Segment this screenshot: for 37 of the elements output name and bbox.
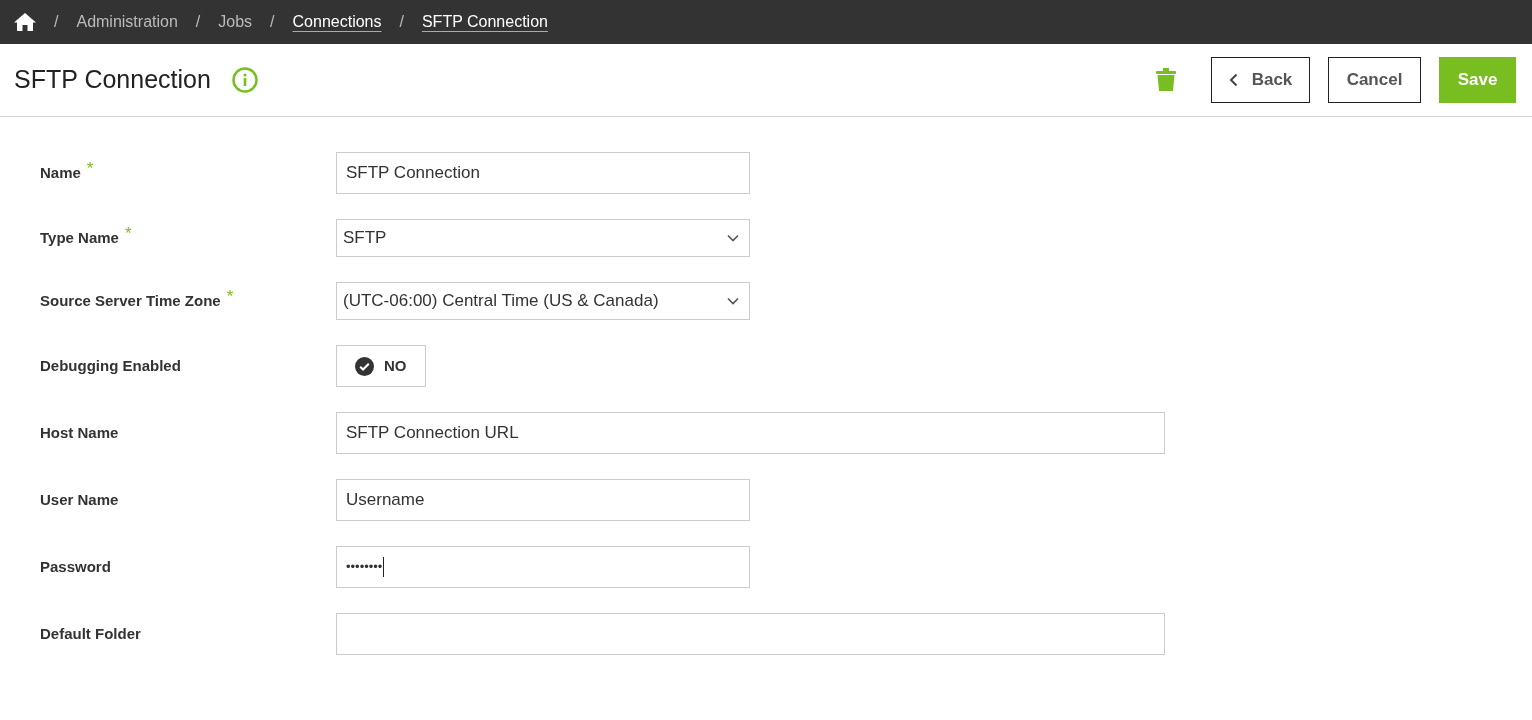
field-label: Source Server Time Zone bbox=[40, 290, 221, 311]
text-input[interactable]: SFTP Connection bbox=[336, 152, 750, 194]
breadcrumb-separator: / bbox=[399, 12, 404, 32]
text-input[interactable]: SFTP Connection URL bbox=[336, 412, 1165, 454]
field-label: Name bbox=[40, 162, 81, 183]
chevron-down-icon bbox=[727, 297, 739, 305]
field-label: Default Folder bbox=[40, 623, 141, 644]
text-input[interactable]: Username bbox=[336, 479, 750, 521]
chevron-left-icon bbox=[1228, 73, 1238, 87]
password-input[interactable]: •••••••• bbox=[336, 546, 750, 588]
breadcrumb-separator: / bbox=[270, 12, 275, 32]
text-input[interactable] bbox=[336, 613, 1165, 655]
breadcrumb-separator: / bbox=[54, 12, 59, 32]
required-asterisk: * bbox=[124, 224, 132, 242]
info-icon[interactable] bbox=[231, 67, 258, 93]
breadcrumb-link[interactable]: Connections bbox=[292, 10, 382, 34]
required-asterisk: * bbox=[226, 287, 234, 305]
cancel-button[interactable]: Cancel bbox=[1328, 57, 1421, 103]
select-dropdown[interactable]: SFTP bbox=[336, 219, 750, 257]
trash-icon[interactable] bbox=[1156, 68, 1176, 92]
breadcrumb-link[interactable]: Jobs bbox=[218, 10, 253, 34]
toggle-button[interactable]: NO bbox=[336, 345, 426, 387]
page-title: SFTP Connection bbox=[14, 64, 211, 96]
field-label: User Name bbox=[40, 489, 119, 510]
field-label: Debugging Enabled bbox=[40, 355, 181, 376]
chevron-down-icon bbox=[727, 234, 739, 242]
select-dropdown[interactable]: (UTC-06:00) Central Time (US & Canada) bbox=[336, 282, 750, 320]
field-label: Host Name bbox=[40, 422, 119, 443]
breadcrumb-link[interactable]: Administration bbox=[76, 10, 178, 34]
required-asterisk: * bbox=[86, 159, 94, 177]
home-icon[interactable] bbox=[14, 13, 36, 31]
field-label: Type Name bbox=[40, 227, 119, 248]
back-button[interactable]: Back bbox=[1211, 57, 1310, 103]
breadcrumb-separator: / bbox=[195, 12, 201, 32]
check-circle-icon bbox=[355, 356, 374, 376]
field-label: Password bbox=[40, 556, 111, 577]
breadcrumb-link[interactable]: SFTP Connection bbox=[421, 10, 548, 34]
